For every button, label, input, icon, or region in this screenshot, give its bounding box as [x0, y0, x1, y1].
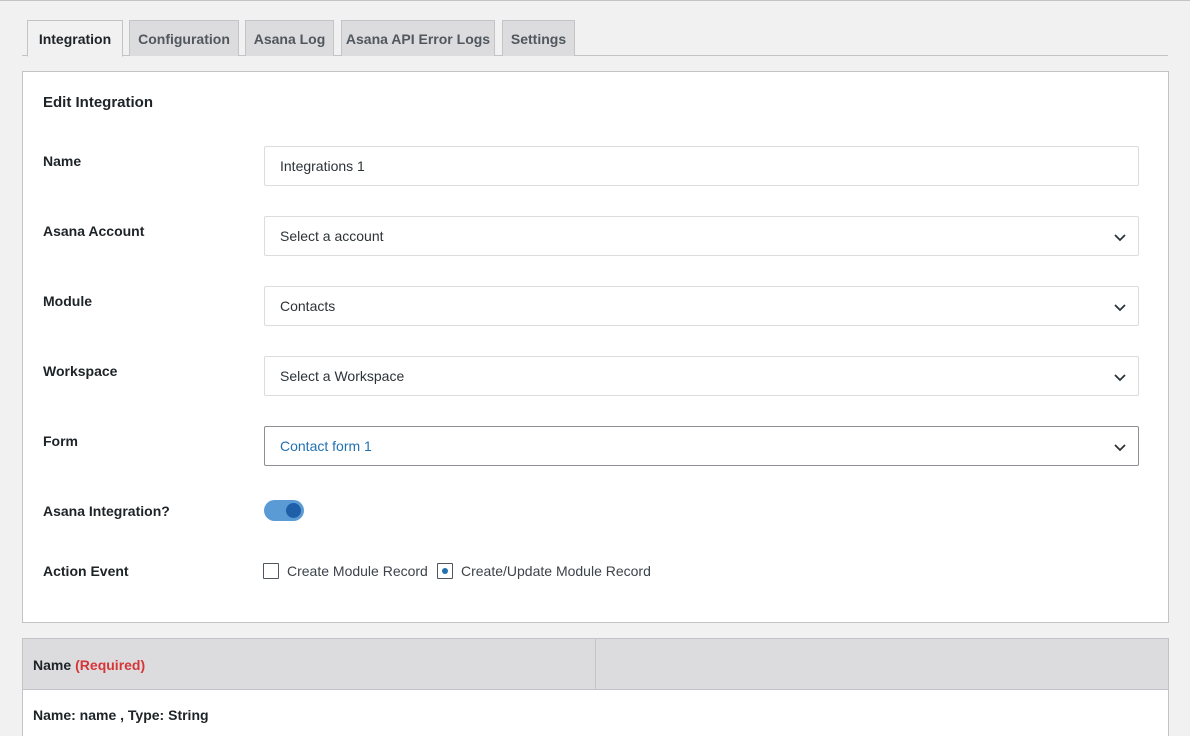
module-selected: Contacts — [280, 298, 336, 314]
chevron-down-icon — [1114, 444, 1126, 452]
create-update-module-record-label: Create/Update Module Record — [461, 563, 651, 579]
module-label: Module — [43, 293, 92, 309]
name-input-value: Integrations 1 — [280, 158, 365, 174]
form-selected: Contact form 1 — [280, 438, 372, 454]
mapping-header-row: Name (Required) — [23, 639, 1168, 690]
tab-integration[interactable]: Integration — [27, 20, 123, 57]
chevron-down-icon — [1114, 374, 1126, 382]
chevron-down-icon — [1114, 304, 1126, 312]
asana-account-selected: Select a account — [280, 228, 384, 244]
asana-integration-label: Asana Integration? — [43, 503, 170, 519]
tab-configuration[interactable]: Configuration — [129, 20, 239, 56]
chevron-down-icon — [1114, 234, 1126, 242]
create-module-record-checkbox[interactable] — [263, 563, 279, 579]
workspace-selected: Select a Workspace — [280, 368, 405, 384]
tab-bar: Integration Configuration Asana Log Asan… — [22, 19, 1168, 57]
create-module-record-option[interactable]: Create Module Record — [263, 560, 428, 582]
mapping-header-name: Name (Required) — [23, 639, 596, 690]
toggle-knob — [286, 503, 301, 518]
field-mapping-table: Name (Required) Name: name , Type: Strin… — [22, 638, 1169, 736]
form-select[interactable]: Contact form 1 — [264, 426, 1139, 466]
create-update-module-record-checkbox[interactable] — [437, 563, 453, 579]
workspace-label: Workspace — [43, 363, 118, 379]
workspace-select[interactable]: Select a Workspace — [264, 356, 1139, 396]
asana-integration-toggle[interactable] — [264, 500, 304, 521]
name-label: Name — [43, 153, 82, 169]
create-module-record-label: Create Module Record — [287, 563, 428, 579]
module-select[interactable]: Contacts — [264, 286, 1139, 326]
action-event-label: Action Event — [43, 563, 129, 579]
mapping-field-info: Name: name , Type: String — [33, 707, 209, 723]
asana-account-label: Asana Account — [43, 223, 145, 239]
tab-asana-api-error-logs[interactable]: Asana API Error Logs — [341, 20, 495, 56]
required-badge: (Required) — [75, 656, 146, 673]
form-label: Form — [43, 433, 78, 449]
asana-account-select[interactable]: Select a account — [264, 216, 1139, 256]
tab-asana-log[interactable]: Asana Log — [245, 20, 334, 56]
tab-settings[interactable]: Settings — [502, 20, 575, 56]
panel-title: Edit Integration — [43, 94, 153, 111]
mapping-header-name-text: Name — [33, 656, 72, 673]
create-update-module-record-option[interactable]: Create/Update Module Record — [437, 560, 651, 582]
page: Integration Configuration Asana Log Asan… — [0, 0, 1190, 736]
edit-integration-panel: Edit Integration Name Integrations 1 Asa… — [22, 71, 1169, 623]
name-input[interactable]: Integrations 1 — [264, 146, 1139, 186]
